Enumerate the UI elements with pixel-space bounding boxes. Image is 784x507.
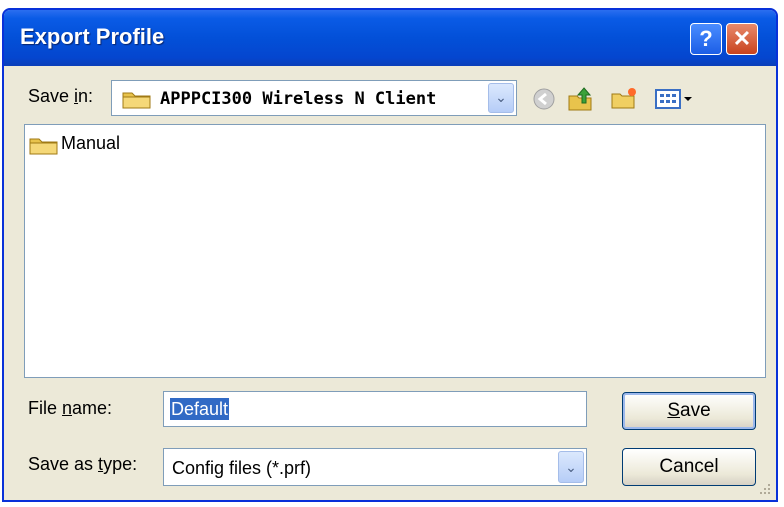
back-icon[interactable] (530, 86, 558, 112)
folder-icon (122, 89, 152, 114)
save-in-dropdown[interactable]: APPPCI300 Wireless N Client ⌄ (111, 80, 517, 116)
help-button[interactable]: ? (690, 23, 722, 55)
save-as-type-dropdown[interactable]: Config files (*.prf) ⌄ (163, 448, 587, 486)
file-name-value: Default (170, 398, 230, 420)
save-in-label: Save in: (28, 86, 94, 106)
save-as-type-label: Save as type: (28, 454, 138, 474)
new-folder-icon[interactable] (610, 86, 638, 112)
up-folder-icon[interactable] (567, 86, 595, 112)
file-name-input[interactable]: Default (163, 391, 587, 427)
save-button[interactable]: Save (622, 392, 756, 430)
folder-icon (29, 135, 59, 160)
save-in-value: APPPCI300 Wireless N Client (160, 89, 437, 109)
resize-grip-icon[interactable] (758, 482, 772, 496)
save-as-type-value: Config files (*.prf) (172, 458, 312, 478)
views-menu-icon[interactable] (654, 86, 698, 112)
cancel-button[interactable]: Cancel (622, 448, 756, 486)
chevron-down-icon[interactable]: ⌄ (488, 83, 514, 113)
file-name-label: File name: (28, 398, 113, 418)
chevron-down-icon[interactable]: ⌄ (558, 451, 584, 483)
dialog-title: Export Profile (20, 24, 165, 49)
close-button[interactable]: ✕ (726, 23, 758, 55)
file-name: Manual (61, 133, 121, 153)
title-bar[interactable]: Export Profile ? ✕ (4, 10, 776, 66)
file-list[interactable]: Manual (24, 124, 766, 378)
export-profile-dialog: Export Profile ? ✕ Save in: APPPCI300 Wi… (2, 8, 778, 502)
